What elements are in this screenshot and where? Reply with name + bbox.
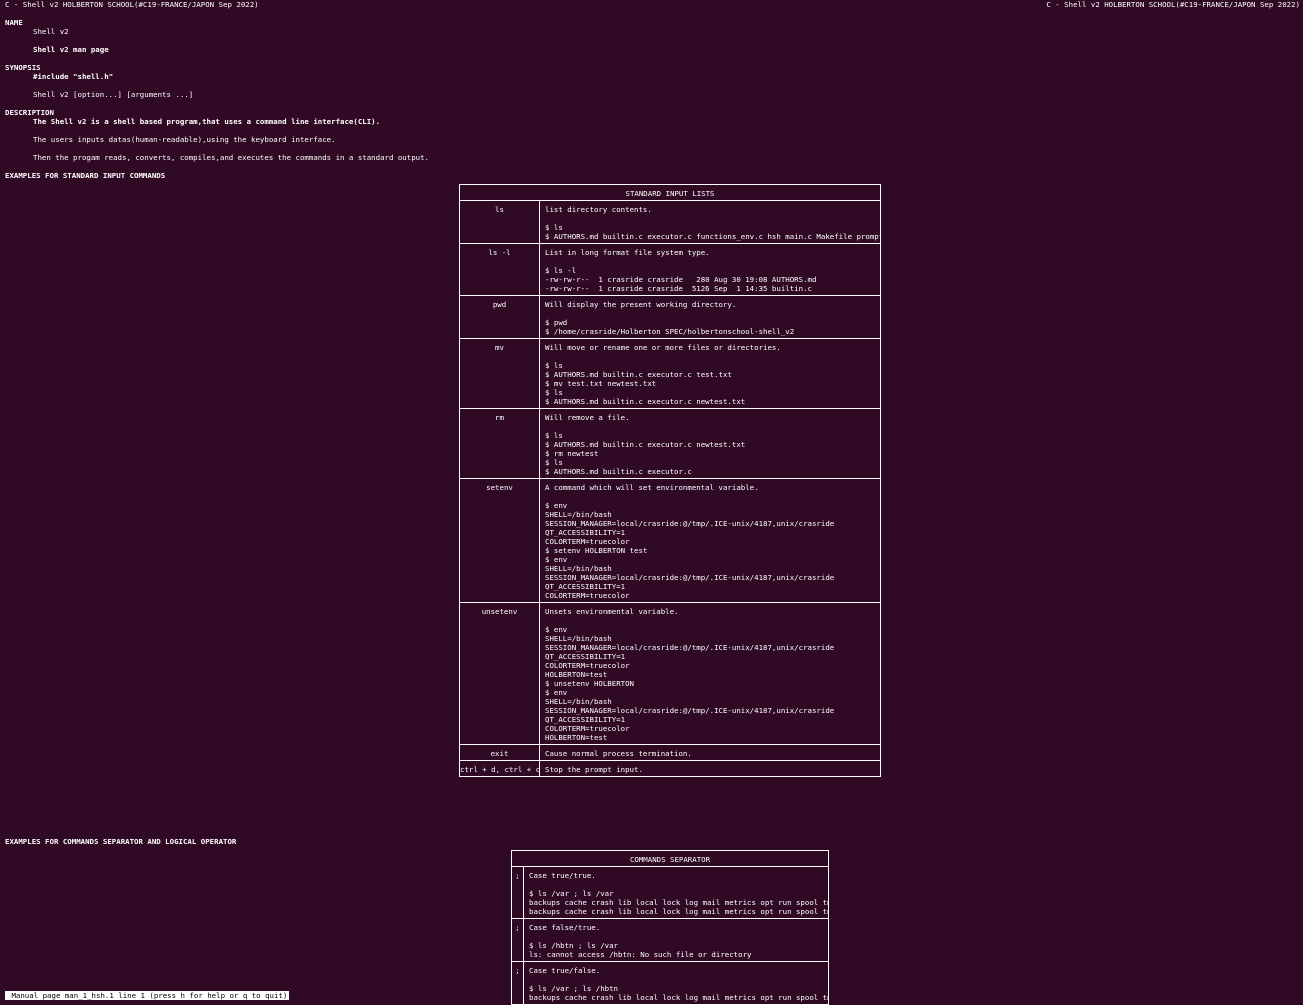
synopsis-include: #include "shell.h": [33, 72, 114, 81]
command-key-cell: exit: [459, 744, 540, 761]
table-row: pwd Will display the present working dire…: [459, 295, 881, 339]
command-key-cell: pwd: [459, 295, 540, 339]
command-key-cell: setenv: [459, 478, 540, 603]
table-header-row: STANDARD INPUT LISTS: [459, 184, 881, 201]
section-heading-examples-standard: EXAMPLES FOR STANDARD INPUT COMMANDS: [5, 171, 166, 180]
command-description-cell: list directory contents. $ ls $ AUTHORS.…: [539, 200, 881, 244]
name-line: Shell v2: [33, 27, 69, 36]
section-heading-synopsis: SYNOPSIS: [5, 63, 41, 72]
description-line-2: The users inputs datas(human-readable),u…: [33, 135, 336, 144]
standard-input-table-title: STANDARD INPUT LISTS: [459, 184, 881, 201]
separator-description-cell: Case false/true. $ ls /hbtn ; ls /var ls…: [523, 918, 829, 962]
table-row: ls list directory contents. $ ls $ AUTHOR…: [459, 200, 881, 244]
table-row: exit Cause normal process termination.: [459, 744, 881, 761]
pager-status-bar: Manual page man_1_hsh.1 line 1 (press h …: [5, 991, 290, 1000]
table-header-row: COMMANDS SEPARATOR: [511, 850, 829, 867]
separator-key-cell: ;: [511, 866, 524, 919]
man-header-left: C - Shell v2 HOLBERTON SCHOOL(#C19-FRANC…: [5, 0, 259, 9]
standard-input-table: STANDARD INPUT LISTS ls list directory co…: [459, 184, 881, 777]
command-key-cell: rm: [459, 408, 540, 479]
command-key-cell: ctrl + d, ctrl + c: [459, 760, 540, 777]
separator-description-cell: Case true/true. $ ls /var ; ls /var back…: [523, 866, 829, 919]
synopsis-usage: Shell v2 [option...] [arguments ...]: [33, 90, 194, 99]
table-row: ; Case true/true. $ ls /var ; ls /var bac…: [511, 866, 829, 919]
command-key-cell: mv: [459, 338, 540, 409]
command-key-cell: ls -l: [459, 243, 540, 296]
section-heading-description: DESCRIPTION: [5, 108, 54, 117]
commands-separator-table: COMMANDS SEPARATOR ; Case true/true. $ ls…: [511, 850, 829, 1005]
section-heading-name: NAME: [5, 18, 23, 27]
table-row: mv Will move or rename one or more files …: [459, 338, 881, 409]
table-row: ls -l List in long format file system typ…: [459, 243, 881, 296]
separator-description-cell: Case true/false. $ ls /var ; ls /hbtn ba…: [523, 961, 829, 1005]
name-description: Shell v2 man page: [33, 45, 109, 54]
command-key-cell: ls: [459, 200, 540, 244]
man-header: C - Shell v2 HOLBERTON SCHOOL(#C19-FRANC…: [5, 0, 1300, 9]
table-row: rm Will remove a file. $ ls $ AUTHORS.md …: [459, 408, 881, 479]
man-header-right: C - Shell v2 HOLBERTON SCHOOL(#C19-FRANC…: [1046, 0, 1300, 9]
section-heading-examples-separator: EXAMPLES FOR COMMANDS SEPARATOR AND LOGI…: [5, 837, 237, 846]
table-row: ; Case false/true. $ ls /hbtn ; ls /var l…: [511, 918, 829, 962]
command-description-cell: Stop the prompt input.: [539, 760, 881, 777]
command-description-cell: Unsets environmental variable. $ env SHE…: [539, 602, 881, 745]
command-description-cell: List in long format file system type. $ …: [539, 243, 881, 296]
separator-key-cell: ;: [511, 961, 524, 1005]
table-row: ; Case true/false. $ ls /var ; ls /hbtn b…: [511, 961, 829, 1005]
table-row: ctrl + d, ctrl + c Stop the prompt input.: [459, 760, 881, 777]
command-description-cell: Will move or rename one or more files or…: [539, 338, 881, 409]
command-description-cell: Will remove a file. $ ls $ AUTHORS.md bu…: [539, 408, 881, 479]
table-row: unsetenv Unsets environmental variable. $…: [459, 602, 881, 745]
command-description-cell: Will display the present working directo…: [539, 295, 881, 339]
description-line-3: Then the progam reads, converts, compile…: [33, 153, 430, 162]
commands-separator-table-title: COMMANDS SEPARATOR: [511, 850, 829, 867]
command-description-cell: Cause normal process termination.: [539, 744, 881, 761]
table-row: setenv A command which will set environme…: [459, 478, 881, 603]
command-description-cell: A command which will set environmental v…: [539, 478, 881, 603]
separator-key-cell: ;: [511, 918, 524, 962]
description-line-1: The Shell v2 is a shell based program,th…: [33, 117, 381, 126]
command-key-cell: unsetenv: [459, 602, 540, 745]
